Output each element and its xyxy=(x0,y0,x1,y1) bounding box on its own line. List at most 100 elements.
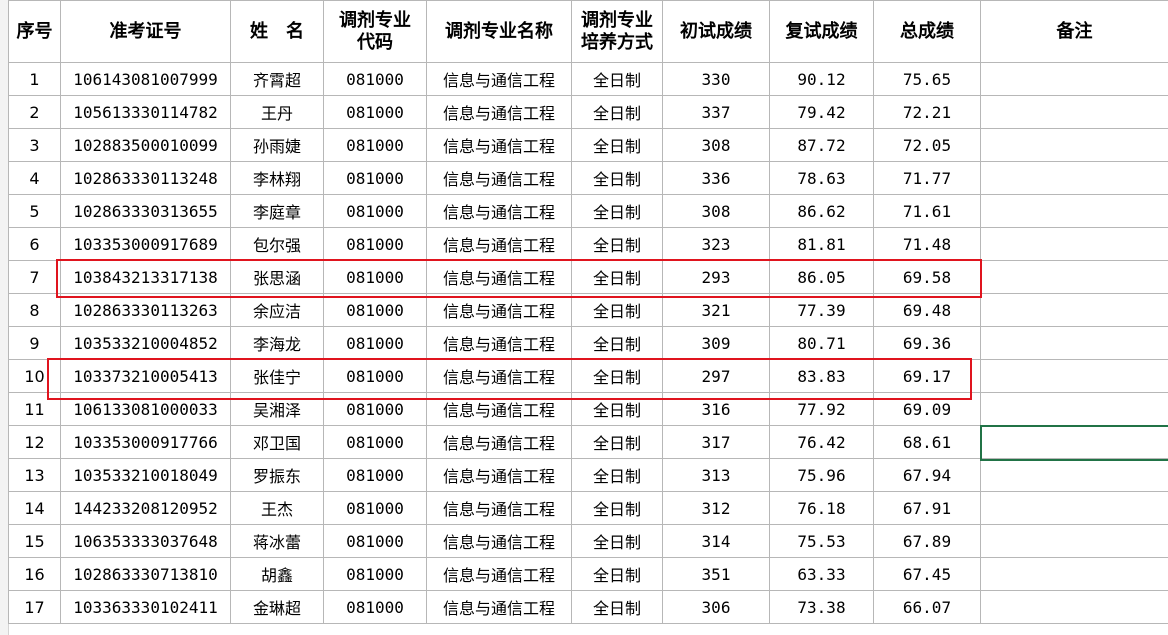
cell-study-mode[interactable]: 全日制 xyxy=(571,128,663,162)
cell-study-mode[interactable]: 全日制 xyxy=(571,425,663,459)
cell-major-name[interactable]: 信息与通信工程 xyxy=(426,524,572,558)
cell-study-mode[interactable]: 全日制 xyxy=(571,161,663,195)
cell-name[interactable]: 张佳宁 xyxy=(230,359,324,393)
cell-ticket-id[interactable]: 102863330713810 xyxy=(60,557,231,591)
cell-remarks[interactable] xyxy=(980,359,1168,393)
cell-major-name[interactable]: 信息与通信工程 xyxy=(426,260,572,294)
cell-remarks[interactable] xyxy=(980,491,1168,525)
cell-remarks[interactable] xyxy=(980,458,1168,492)
cell-major-name[interactable]: 信息与通信工程 xyxy=(426,95,572,129)
cell-index[interactable]: 10 xyxy=(8,359,61,393)
cell-major-code[interactable]: 081000 xyxy=(323,293,427,327)
cell-total-score[interactable]: 66.07 xyxy=(873,590,981,624)
cell-major-code[interactable]: 081000 xyxy=(323,62,427,96)
cell-ticket-id[interactable]: 103533210018049 xyxy=(60,458,231,492)
cell-remarks[interactable] xyxy=(980,161,1168,195)
cell-retest-score[interactable]: 87.72 xyxy=(769,128,874,162)
cell-index[interactable]: 6 xyxy=(8,227,61,261)
cell-name[interactable]: 余应洁 xyxy=(230,293,324,327)
cell-retest-score[interactable]: 80.71 xyxy=(769,326,874,360)
cell-major-name[interactable]: 信息与通信工程 xyxy=(426,227,572,261)
cell-index[interactable]: 12 xyxy=(8,425,61,459)
cell-retest-score[interactable]: 73.38 xyxy=(769,590,874,624)
cell-remarks[interactable] xyxy=(980,95,1168,129)
cell-total-score[interactable]: 69.48 xyxy=(873,293,981,327)
cell-index[interactable]: 1 xyxy=(8,62,61,96)
cell-major-code[interactable]: 081000 xyxy=(323,458,427,492)
cell-remarks[interactable] xyxy=(980,590,1168,624)
cell-name[interactable]: 胡鑫 xyxy=(230,557,324,591)
cell-index[interactable]: 3 xyxy=(8,128,61,162)
cell-name[interactable]: 吴湘泽 xyxy=(230,392,324,426)
header-study-mode[interactable]: 调剂专业 培养方式 xyxy=(571,0,663,63)
cell-major-code[interactable]: 081000 xyxy=(323,359,427,393)
cell-remarks[interactable] xyxy=(980,293,1168,327)
cell-index[interactable]: 14 xyxy=(8,491,61,525)
cell-study-mode[interactable]: 全日制 xyxy=(571,359,663,393)
cell-initial-score[interactable]: 297 xyxy=(662,359,770,393)
cell-initial-score[interactable]: 336 xyxy=(662,161,770,195)
header-index[interactable]: 序号 xyxy=(8,0,61,63)
cell-initial-score[interactable]: 317 xyxy=(662,425,770,459)
cell-ticket-id[interactable]: 103533210004852 xyxy=(60,326,231,360)
cell-study-mode[interactable]: 全日制 xyxy=(571,194,663,228)
cell-retest-score[interactable]: 78.63 xyxy=(769,161,874,195)
cell-index[interactable]: 2 xyxy=(8,95,61,129)
cell-index[interactable]: 16 xyxy=(8,557,61,591)
cell-study-mode[interactable]: 全日制 xyxy=(571,227,663,261)
cell-ticket-id[interactable]: 103363330102411 xyxy=(60,590,231,624)
cell-index[interactable]: 4 xyxy=(8,161,61,195)
cell-name[interactable]: 蒋冰蕾 xyxy=(230,524,324,558)
cell-ticket-id[interactable]: 103843213317138 xyxy=(60,260,231,294)
cell-retest-score[interactable]: 77.92 xyxy=(769,392,874,426)
header-initial-score[interactable]: 初试成绩 xyxy=(662,0,770,63)
cell-major-code[interactable]: 081000 xyxy=(323,161,427,195)
cell-name[interactable]: 李林翔 xyxy=(230,161,324,195)
cell-ticket-id[interactable]: 102863330113263 xyxy=(60,293,231,327)
cell-total-score[interactable]: 68.61 xyxy=(873,425,981,459)
cell-ticket-id[interactable]: 106143081007999 xyxy=(60,62,231,96)
cell-major-name[interactable]: 信息与通信工程 xyxy=(426,293,572,327)
cell-name[interactable]: 孙雨婕 xyxy=(230,128,324,162)
cell-major-code[interactable]: 081000 xyxy=(323,260,427,294)
cell-remarks[interactable] xyxy=(980,524,1168,558)
cell-retest-score[interactable]: 63.33 xyxy=(769,557,874,591)
cell-major-name[interactable]: 信息与通信工程 xyxy=(426,425,572,459)
cell-remarks[interactable] xyxy=(980,227,1168,261)
header-major-name[interactable]: 调剂专业名称 xyxy=(426,0,572,63)
cell-major-code[interactable]: 081000 xyxy=(323,95,427,129)
cell-major-code[interactable]: 081000 xyxy=(323,524,427,558)
cell-initial-score[interactable]: 306 xyxy=(662,590,770,624)
cell-initial-score[interactable]: 308 xyxy=(662,194,770,228)
cell-total-score[interactable]: 69.09 xyxy=(873,392,981,426)
cell-name[interactable]: 王杰 xyxy=(230,491,324,525)
cell-initial-score[interactable]: 308 xyxy=(662,128,770,162)
cell-ticket-id[interactable]: 105613330114782 xyxy=(60,95,231,129)
cell-retest-score[interactable]: 90.12 xyxy=(769,62,874,96)
cell-ticket-id[interactable]: 103373210005413 xyxy=(60,359,231,393)
cell-total-score[interactable]: 67.45 xyxy=(873,557,981,591)
cell-retest-score[interactable]: 81.81 xyxy=(769,227,874,261)
cell-initial-score[interactable]: 293 xyxy=(662,260,770,294)
cell-name[interactable]: 齐霄超 xyxy=(230,62,324,96)
cell-major-code[interactable]: 081000 xyxy=(323,425,427,459)
cell-total-score[interactable]: 71.61 xyxy=(873,194,981,228)
cell-study-mode[interactable]: 全日制 xyxy=(571,293,663,327)
cell-study-mode[interactable]: 全日制 xyxy=(571,326,663,360)
cell-index[interactable]: 15 xyxy=(8,524,61,558)
cell-retest-score[interactable]: 77.39 xyxy=(769,293,874,327)
cell-initial-score[interactable]: 351 xyxy=(662,557,770,591)
cell-retest-score[interactable]: 75.96 xyxy=(769,458,874,492)
cell-initial-score[interactable]: 323 xyxy=(662,227,770,261)
cell-index[interactable]: 13 xyxy=(8,458,61,492)
cell-ticket-id[interactable]: 102883500010099 xyxy=(60,128,231,162)
cell-major-code[interactable]: 081000 xyxy=(323,557,427,591)
cell-retest-score[interactable]: 79.42 xyxy=(769,95,874,129)
cell-total-score[interactable]: 72.05 xyxy=(873,128,981,162)
cell-study-mode[interactable]: 全日制 xyxy=(571,260,663,294)
cell-name[interactable]: 邓卫国 xyxy=(230,425,324,459)
cell-remarks[interactable] xyxy=(980,128,1168,162)
header-major-code[interactable]: 调剂专业 代码 xyxy=(323,0,427,63)
cell-initial-score[interactable]: 316 xyxy=(662,392,770,426)
cell-major-code[interactable]: 081000 xyxy=(323,491,427,525)
